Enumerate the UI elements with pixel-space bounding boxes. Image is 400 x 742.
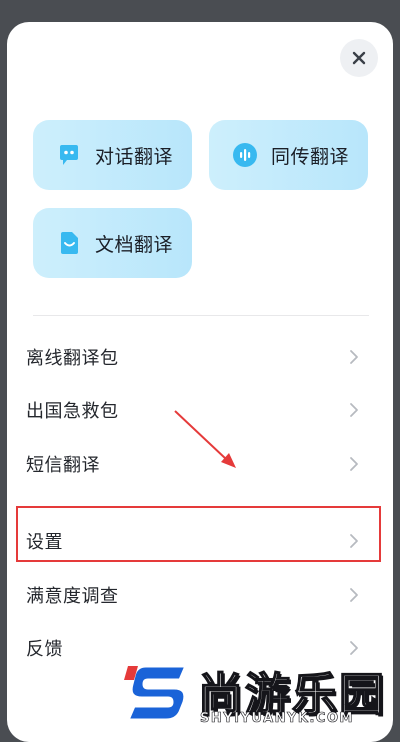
- site-watermark: 尚游乐园 SHYIYUANYK.COM: [118, 656, 400, 728]
- watermark-s-logo: [124, 664, 188, 722]
- watermark-url: SHYIYUANYK.COM: [200, 711, 354, 727]
- annotation-arrow: [174, 410, 236, 468]
